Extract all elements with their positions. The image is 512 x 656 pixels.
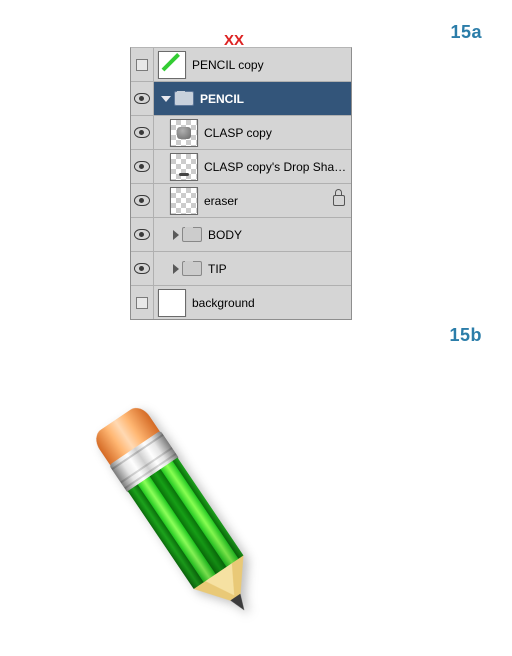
layer-thumbnail[interactable]	[170, 119, 198, 147]
layer-thumbnail[interactable]	[158, 289, 186, 317]
layer-row-clasp-copy[interactable]: CLASP copy	[131, 116, 351, 150]
layer-label: BODY	[208, 228, 242, 242]
layer-label: CLASP copy's Drop Shadow	[204, 160, 351, 174]
visibility-cell[interactable]	[131, 82, 154, 115]
visibility-cell[interactable]	[131, 116, 154, 149]
eye-icon	[134, 127, 150, 138]
layer-row-background[interactable]: background	[131, 286, 351, 319]
layer-group-pencil[interactable]: PENCIL	[131, 82, 351, 116]
visibility-cell[interactable]	[131, 252, 154, 285]
layer-label: background	[192, 296, 255, 310]
folder-icon	[182, 261, 202, 276]
layer-thumbnail[interactable]	[158, 51, 186, 79]
visibility-cell[interactable]	[131, 150, 154, 183]
disclosure-triangle-icon[interactable]	[161, 96, 171, 102]
lock-icon	[333, 195, 345, 206]
layer-thumbnail[interactable]	[170, 187, 198, 215]
layer-row-eraser[interactable]: eraser	[131, 184, 351, 218]
step-label-15a: 15a	[450, 22, 482, 43]
layer-thumbnail[interactable]	[170, 153, 198, 181]
layer-row-clasp-drop-shadow[interactable]: CLASP copy's Drop Shadow	[131, 150, 351, 184]
eye-icon	[134, 229, 150, 240]
disclosure-triangle-icon[interactable]	[173, 264, 179, 274]
layers-panel[interactable]: PENCIL copy PENCIL CLASP copy	[130, 47, 352, 320]
disclosure-triangle-icon[interactable]	[173, 230, 179, 240]
visibility-cell[interactable]	[131, 286, 154, 319]
layer-label: TIP	[208, 262, 227, 276]
layer-label: PENCIL	[200, 92, 244, 106]
eye-icon	[134, 161, 150, 172]
layer-label: CLASP copy	[204, 126, 272, 140]
visibility-checkbox-icon	[136, 59, 148, 71]
pencil-illustration	[100, 370, 420, 650]
eye-icon	[134, 263, 150, 274]
visibility-cell[interactable]	[131, 184, 154, 217]
layer-label: eraser	[204, 194, 238, 208]
visibility-cell[interactable]	[131, 48, 154, 81]
folder-icon	[174, 91, 194, 106]
visibility-checkbox-icon	[136, 297, 148, 309]
eye-icon	[134, 195, 150, 206]
layer-label: PENCIL copy	[192, 58, 264, 72]
folder-icon	[182, 227, 202, 242]
layer-row-pencil-copy[interactable]: PENCIL copy	[131, 48, 351, 82]
step-label-15b: 15b	[449, 325, 482, 346]
eye-icon	[134, 93, 150, 104]
layer-group-body[interactable]: BODY	[131, 218, 351, 252]
layer-group-tip[interactable]: TIP	[131, 252, 351, 286]
visibility-cell[interactable]	[131, 218, 154, 251]
